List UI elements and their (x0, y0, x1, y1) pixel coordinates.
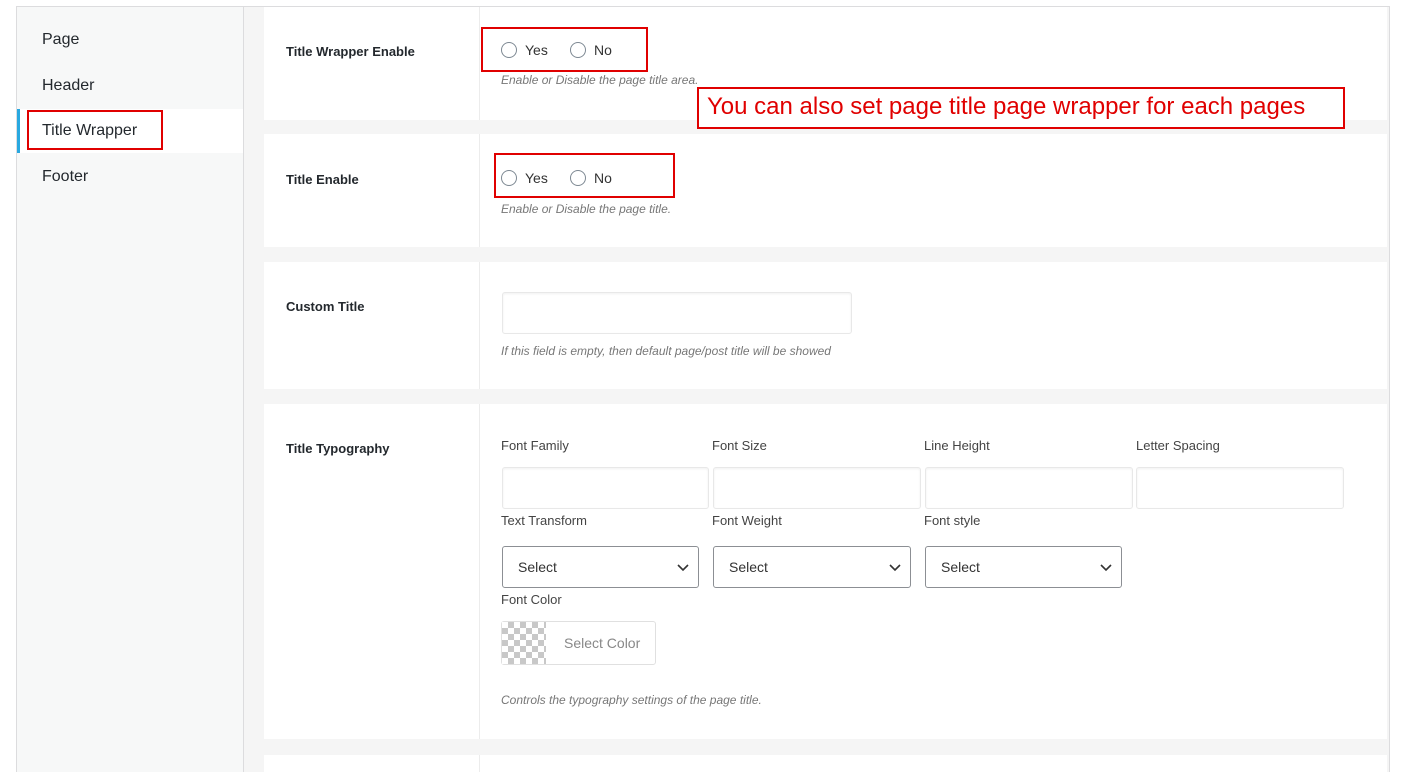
title-wrapper-enable-yes-radio[interactable]: Yes (501, 42, 548, 58)
letter-spacing-label: Letter Spacing (1136, 438, 1220, 453)
custom-title-input[interactable] (502, 292, 852, 334)
title-enable-yes-radio[interactable]: Yes (501, 170, 548, 186)
title-enable-label: Title Enable (286, 172, 359, 187)
radio-circle-icon[interactable] (501, 170, 517, 186)
letter-spacing-input[interactable] (1136, 467, 1344, 509)
sidebar-item-footer[interactable]: Footer (17, 155, 243, 199)
select-color-button[interactable]: Select Color (501, 621, 657, 665)
line-height-label: Line Height (924, 438, 990, 453)
sidebar-item-header[interactable]: Header (17, 64, 243, 108)
custom-title-row: Custom Title If this field is empty, the… (264, 262, 1387, 389)
custom-title-description: If this field is empty, then default pag… (501, 344, 831, 358)
font-weight-select[interactable]: Select (713, 546, 911, 588)
sidebar-item-page[interactable]: Page (17, 18, 243, 62)
font-style-label: Font style (924, 513, 981, 528)
title-typography-label: Title Typography (286, 441, 390, 456)
font-weight-label: Font Weight (712, 513, 782, 528)
radio-circle-icon[interactable] (501, 42, 517, 58)
font-color-label: Font Color (501, 592, 562, 607)
title-typography-row: Title Typography Font Family Font Size L… (264, 404, 1387, 739)
line-height-input[interactable] (925, 467, 1133, 509)
text-transform-select[interactable]: Select (502, 546, 699, 588)
font-family-label: Font Family (501, 438, 569, 453)
annotation-callout: You can also set page title page wrapper… (697, 87, 1345, 129)
title-typography-description: Controls the typography settings of the … (501, 693, 762, 707)
title-enable-description: Enable or Disable the page title. (501, 202, 672, 216)
text-transform-label: Text Transform (501, 513, 587, 528)
radio-circle-icon[interactable] (570, 170, 586, 186)
custom-title-label: Custom Title (286, 299, 365, 314)
title-wrapper-enable-label: Title Wrapper Enable (286, 44, 415, 59)
font-family-input[interactable] (502, 467, 709, 509)
next-setting-row (264, 755, 1387, 772)
font-size-input[interactable] (713, 467, 921, 509)
title-wrapper-enable-description: Enable or Disable the page title area. (501, 73, 699, 87)
font-size-label: Font Size (712, 438, 767, 453)
transparent-swatch-icon (502, 622, 546, 664)
sidebar-item-title-wrapper[interactable]: Title Wrapper (17, 109, 243, 153)
title-wrapper-enable-no-radio[interactable]: No (570, 42, 612, 58)
radio-circle-icon[interactable] (570, 42, 586, 58)
font-style-select[interactable]: Select (925, 546, 1122, 588)
chevron-down-icon (889, 564, 901, 572)
title-enable-row: Title Enable Yes No Enable or Disable th… (264, 134, 1387, 247)
title-enable-no-radio[interactable]: No (570, 170, 612, 186)
sidebar: Page Header Title Wrapper Footer (16, 6, 244, 772)
chevron-down-icon (1100, 564, 1112, 572)
chevron-down-icon (677, 564, 689, 572)
